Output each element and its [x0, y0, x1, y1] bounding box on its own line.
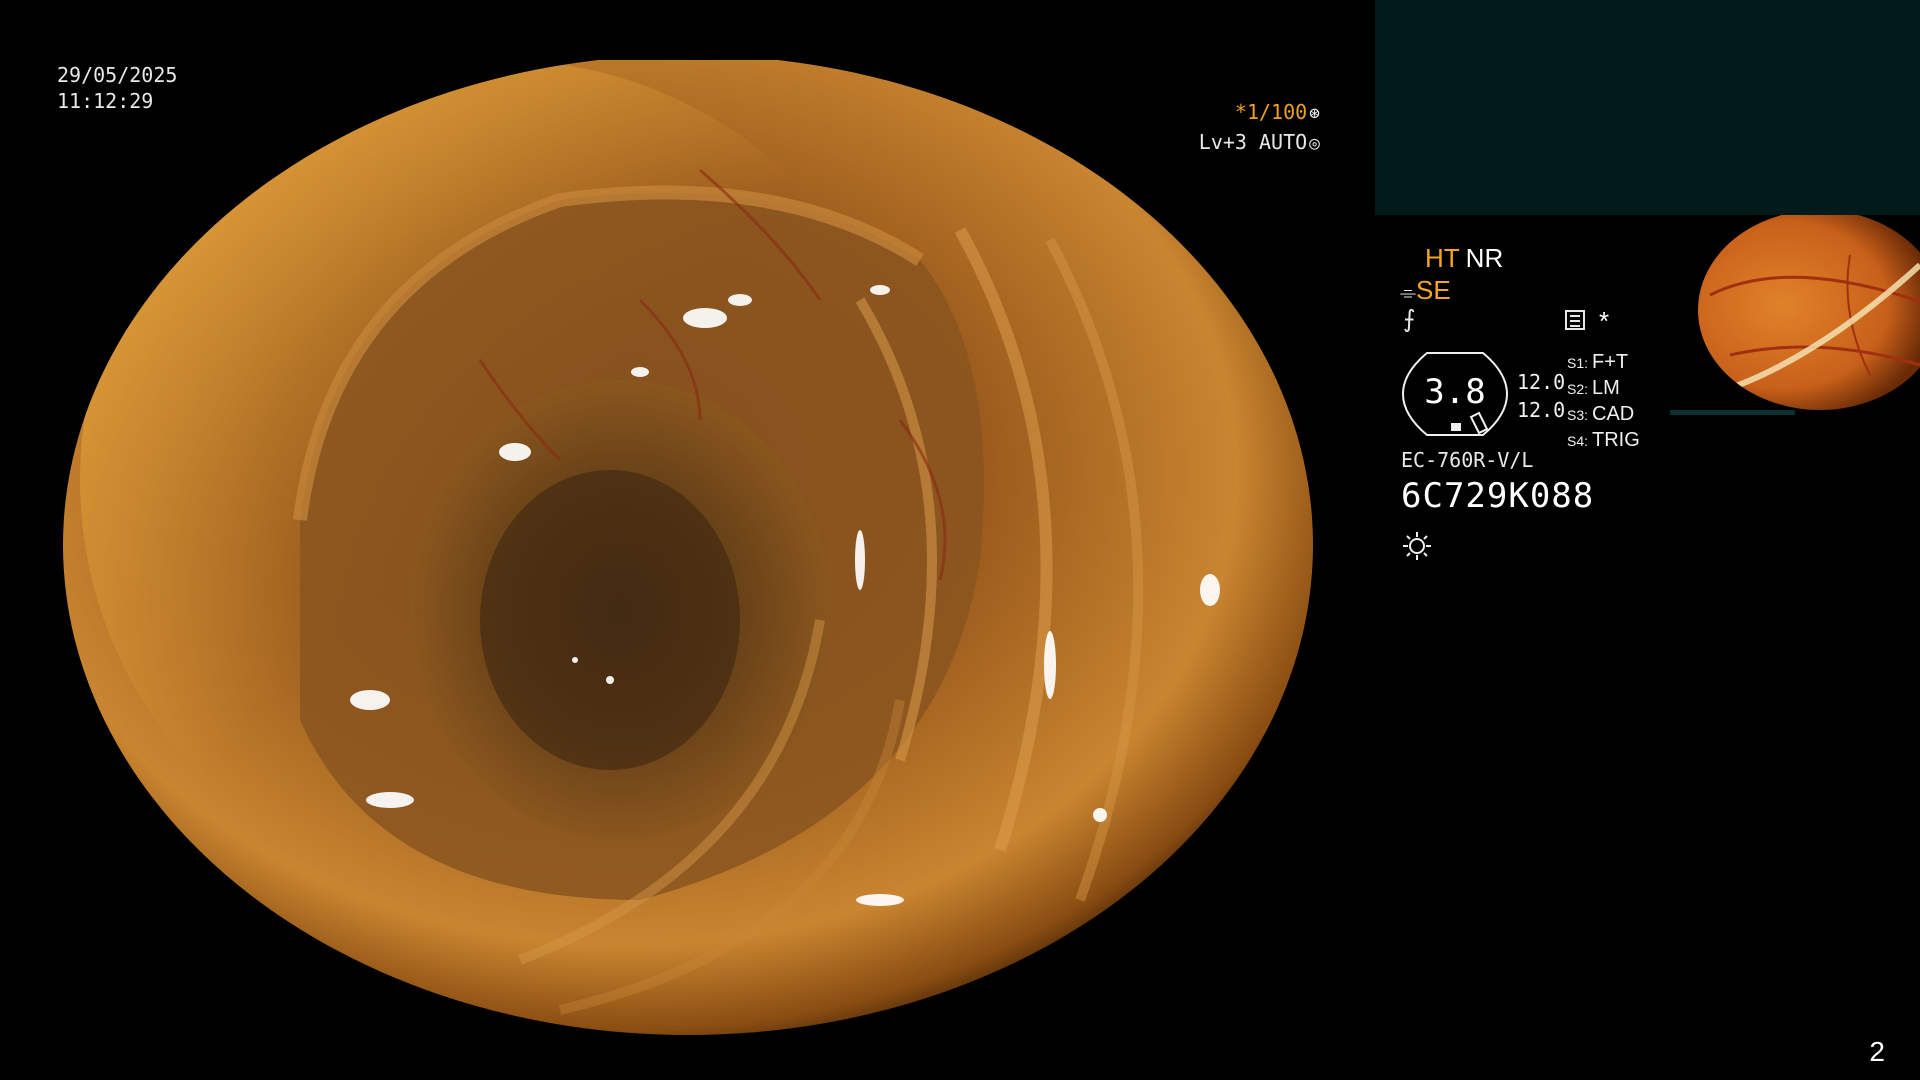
gauge-side-top: 12.0: [1517, 370, 1566, 394]
shutter-speed: *1/100: [1234, 100, 1308, 124]
star-marker: *: [1599, 306, 1610, 336]
shutter-icon: ⊛: [1309, 103, 1320, 124]
light-source-icon: [1403, 532, 1431, 560]
date-time-overlay: 29/05/2025 11:12:29: [57, 62, 177, 114]
nr-label: NR: [1465, 243, 1504, 273]
exposure-overlay: *1/100 ⊛ Lv+3 AUTO ◎: [1199, 98, 1320, 158]
endoscope-live-view: [0, 0, 1375, 1080]
switch-row: S4: TRIG: [1567, 429, 1640, 451]
settings-menu-icon: [1565, 310, 1585, 330]
time-text: 11:12:29: [57, 89, 154, 113]
auto-iris-icon: ◎: [1309, 133, 1320, 154]
freeze-icon: ⨍: [1403, 306, 1416, 333]
structure-icon: ⌯: [1400, 282, 1416, 304]
scope-model: EC-760R-V/L: [1401, 448, 1534, 472]
scope-switch-assignments: S1: F+T S2: LM S3: CAD S4: TRIG: [1567, 350, 1640, 454]
picture-in-picture-thumbnail[interactable]: [1670, 215, 1920, 415]
scope-serial-number: 6C729K088: [1401, 476, 1595, 516]
enhancement-status: HT NR: [1425, 243, 1503, 274]
gauge-side-bottom: 12.0: [1517, 398, 1566, 422]
switch-row: S3: CAD: [1567, 403, 1635, 425]
air-pressure-gauge: 3.8: [1401, 351, 1509, 437]
structure-enhancement-status: ⌯SE: [1400, 275, 1451, 306]
gauge-value: 3.8: [1424, 372, 1486, 412]
ht-label: HT: [1425, 243, 1460, 273]
gauge-side-values: 12.0 12.0: [1517, 368, 1565, 424]
colon-lumen-image: [63, 60, 1313, 1035]
date-text: 29/05/2025: [57, 63, 178, 87]
se-label: SE: [1416, 275, 1451, 305]
pip-endoscope-image: [1670, 215, 1920, 415]
endoscopy-monitor-screen: 29/05/2025 11:12:29 *1/100 ⊛ Lv+3 AUTO ◎ H…: [0, 0, 1920, 1080]
switch-row: S1: F+T: [1567, 351, 1629, 373]
page-number: 2: [1869, 1036, 1885, 1067]
switch-row: S2: LM: [1567, 377, 1620, 399]
reference-image-panel: [1375, 0, 1920, 215]
processor-status-panel: HT NR ⌯SE ⨍ * 3.8 12.0 12.0 S1: F+T S2: LM …: [1395, 240, 1695, 570]
light-level-mode: Lv+3 AUTO: [1198, 130, 1308, 154]
